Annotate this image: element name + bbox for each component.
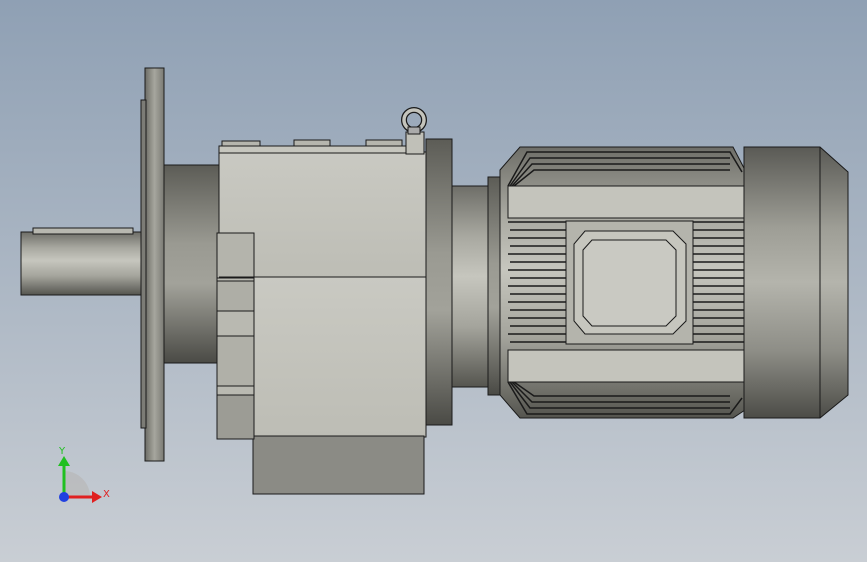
x-axis-label: X — [103, 489, 110, 500]
flange-neck — [163, 164, 220, 364]
mounting-flange[interactable] — [140, 67, 165, 462]
motor-body[interactable] — [499, 146, 746, 419]
output-shaft[interactable] — [20, 227, 144, 296]
terminal-box[interactable] — [565, 220, 694, 345]
z-axis-dot — [59, 492, 69, 502]
y-axis-label: Y — [58, 446, 66, 457]
cad-viewport[interactable]: Y X — [0, 0, 867, 562]
fan-cover[interactable] — [743, 146, 849, 419]
